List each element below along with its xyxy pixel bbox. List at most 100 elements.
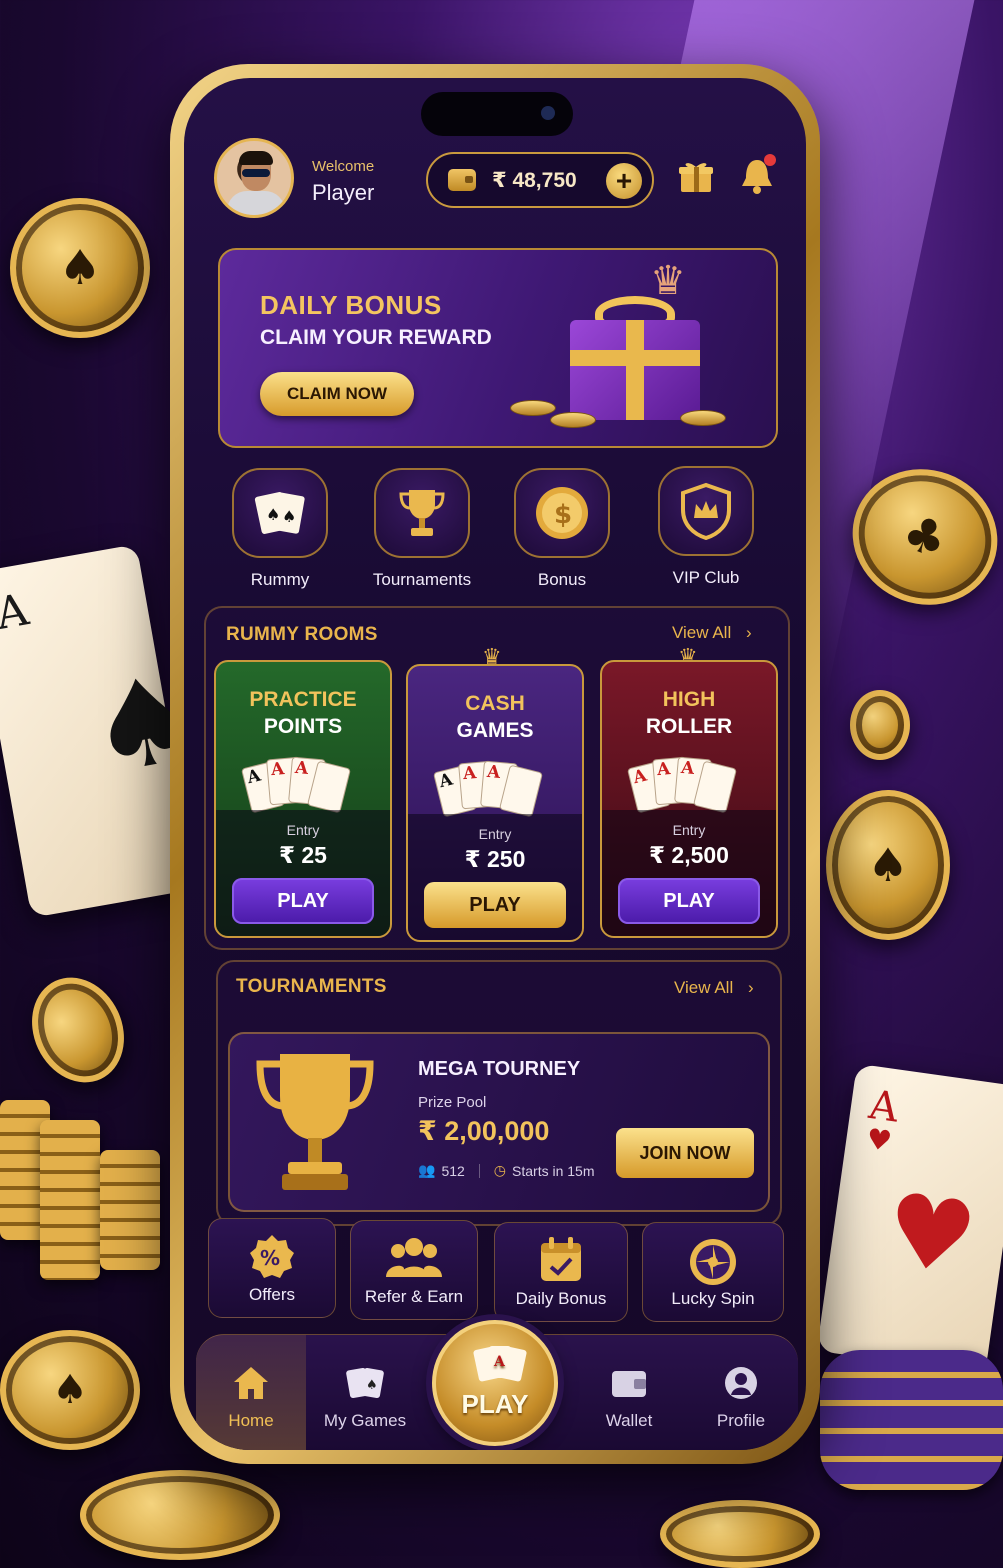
svg-text:A: A xyxy=(493,1354,506,1370)
view-all-label: View All xyxy=(672,623,732,642)
crown-shield-icon xyxy=(681,482,731,540)
category-tournaments[interactable]: Tournaments xyxy=(352,468,492,590)
room-name-line2: POINTS xyxy=(263,715,343,738)
welcome-label: Welcome xyxy=(312,158,375,175)
app-screen: Welcome Player ₹ 48,750 + DAILY BONUS CL… xyxy=(184,78,806,1450)
play-high-roller-button[interactable]: PLAY xyxy=(618,878,760,924)
nav-label: Wallet xyxy=(605,1411,653,1430)
profile-icon xyxy=(725,1367,757,1399)
trophy-icon xyxy=(256,1054,374,1190)
svg-text:♠: ♠ xyxy=(282,507,296,526)
prize-pool-amount: ₹ 2,00,000 xyxy=(418,1116,550,1146)
gift-box-illustration xyxy=(570,320,700,420)
trophy-icon xyxy=(399,490,445,536)
decor-coin-bottom-right xyxy=(660,1500,820,1568)
notification-dot xyxy=(764,154,776,166)
nav-wallet[interactable]: Wallet xyxy=(574,1335,684,1450)
start-time: Starts in 15m xyxy=(512,1162,595,1179)
player-count: 512 xyxy=(441,1162,465,1179)
category-label: VIP Club xyxy=(672,568,740,587)
phone-frame: Welcome Player ₹ 48,750 + DAILY BONUS CL… xyxy=(170,64,820,1464)
coin-illustration xyxy=(680,410,726,426)
room-name-line1: PRACTICE xyxy=(249,688,357,711)
player-name: Player xyxy=(312,180,375,205)
decor-purple-chip-stack xyxy=(820,1350,1003,1490)
wallet-balance-pill[interactable]: ₹ 48,750 + xyxy=(426,152,654,208)
nav-profile[interactable]: Profile xyxy=(686,1335,796,1450)
cards-icon: ♠ ♠ xyxy=(254,492,305,534)
decor-coin-stack-2 xyxy=(40,1120,100,1280)
play-practice-button[interactable]: PLAY xyxy=(232,878,374,924)
nav-label: My Games xyxy=(323,1411,407,1430)
tile-label: Lucky Spin xyxy=(671,1289,755,1308)
tourney-name: MEGA TOURNEY xyxy=(418,1058,581,1080)
tile-daily-bonus[interactable]: Daily Bonus xyxy=(494,1222,628,1322)
gift-icon[interactable] xyxy=(678,158,714,194)
cards-illustration: A A A xyxy=(432,760,558,818)
room-card-cash[interactable]: CASH GAMES A A A Entry ₹ 250 PLAY xyxy=(406,664,584,942)
room-card-high-roller[interactable]: HIGH ROLLER A A A Entry ₹ 2,500 PLAY xyxy=(600,660,778,938)
view-all-label: View All xyxy=(674,978,734,997)
coin-icon: $ xyxy=(536,487,588,539)
coin-illustration xyxy=(510,400,556,416)
cards-icon: A xyxy=(473,1346,527,1382)
decor-chip-spade: ♠ xyxy=(10,198,150,338)
rummy-view-all-link[interactable]: View All › xyxy=(672,623,752,643)
tile-lucky-spin[interactable]: Lucky Spin xyxy=(642,1222,784,1322)
wallet-icon xyxy=(612,1371,646,1397)
category-bonus[interactable]: $ Bonus xyxy=(492,468,632,590)
home-icon xyxy=(234,1367,268,1399)
nav-label: Home xyxy=(228,1411,274,1430)
prize-pool-label: Prize Pool xyxy=(418,1094,487,1111)
wallet-icon xyxy=(448,169,476,191)
tile-offers[interactable]: % Offers xyxy=(208,1218,336,1318)
category-label: Tournaments xyxy=(372,570,472,589)
cards-illustration: A A A xyxy=(626,756,752,814)
nav-home[interactable]: Home xyxy=(196,1335,306,1450)
category-vip-club[interactable]: VIP Club xyxy=(636,466,776,588)
decor-coin-stack-3 xyxy=(100,1150,160,1270)
category-rummy[interactable]: ♠ ♠ Rummy xyxy=(210,468,350,590)
decor-coin-left xyxy=(15,962,141,1098)
room-name-line1: HIGH xyxy=(662,688,716,711)
add-funds-button[interactable]: + xyxy=(606,163,642,199)
svg-text:♠: ♠ xyxy=(366,1378,378,1393)
coin-illustration xyxy=(550,412,596,428)
banner-title: DAILY BONUS xyxy=(260,290,442,320)
mega-tourney-card[interactable]: MEGA TOURNEY Prize Pool ₹ 2,00,000 👥 512… xyxy=(228,1032,770,1212)
avatar[interactable] xyxy=(214,138,294,218)
room-name-line2: ROLLER xyxy=(645,715,733,738)
decor-ace-spades-card: A ♠ xyxy=(0,544,209,918)
decor-coin-small xyxy=(850,690,910,760)
spin-wheel-icon xyxy=(690,1239,736,1285)
entry-amount: ₹ 250 xyxy=(464,846,526,872)
play-cash-button[interactable]: PLAY xyxy=(424,882,566,928)
tournaments-view-all-link[interactable]: View All › xyxy=(674,978,754,998)
daily-bonus-banner[interactable]: DAILY BONUS CLAIM YOUR REWARD CLAIM NOW … xyxy=(218,248,778,448)
claim-now-button[interactable]: CLAIM NOW xyxy=(260,372,414,416)
room-card-practice[interactable]: PRACTICE POINTS A A A Entry ₹ 25 PLAY xyxy=(214,660,392,938)
decor-chip-spade-right: ♠ xyxy=(826,790,950,940)
decor-coin-bottom xyxy=(80,1470,280,1560)
nav-label: Profile xyxy=(716,1411,766,1430)
crown-icon: ♛ xyxy=(650,259,686,303)
tournaments-title: TOURNAMENTS xyxy=(236,976,387,997)
clock-icon: ◷ xyxy=(493,1162,507,1178)
calendar-check-icon xyxy=(541,1237,581,1281)
nav-my-games[interactable]: ♠ My Games xyxy=(310,1335,420,1450)
join-now-button[interactable]: JOIN NOW xyxy=(616,1128,754,1178)
entry-amount: ₹ 25 xyxy=(279,842,327,868)
entry-label: Entry xyxy=(478,826,512,842)
center-play-button[interactable]: A PLAY xyxy=(432,1320,558,1446)
banner-subtitle: CLAIM YOUR REWARD xyxy=(260,326,492,349)
tile-refer-earn[interactable]: Refer & Earn xyxy=(350,1220,478,1320)
balance-amount: ₹ 48,750 xyxy=(492,168,577,192)
percent-badge-icon: % xyxy=(250,1235,294,1278)
chevron-right-icon: › xyxy=(745,623,752,642)
tourney-meta: 👥 512 ◷ Starts in 15m xyxy=(418,1162,595,1179)
category-label: Bonus xyxy=(537,570,587,589)
decor-chip-bottom-left: ♠ xyxy=(0,1330,140,1450)
svg-text:♠: ♠ xyxy=(266,505,280,524)
category-label: Rummy xyxy=(250,570,310,589)
rummy-rooms-title: RUMMY ROOMS xyxy=(226,624,378,645)
